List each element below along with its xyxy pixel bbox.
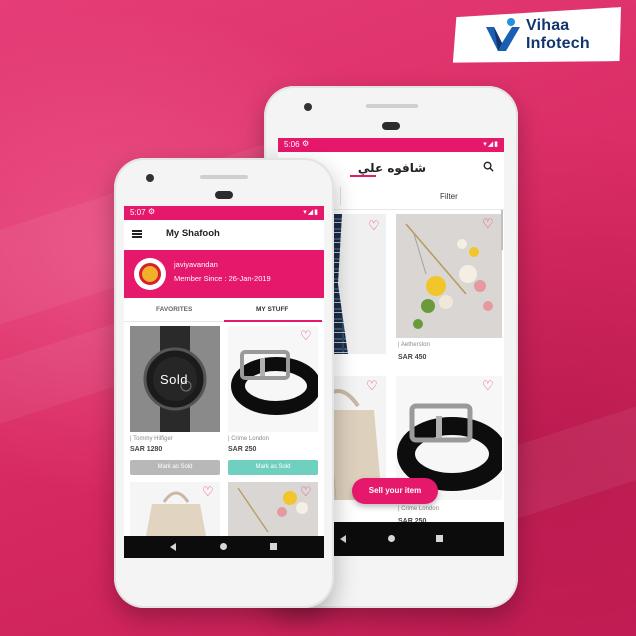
product-brand: | Crime London: [228, 436, 269, 442]
front-camera: [146, 174, 154, 182]
sold-overlay-label: Sold: [160, 372, 189, 387]
settings-status-icon: ⚙: [148, 207, 156, 216]
profile-username: javiyavandan: [174, 260, 218, 269]
system-nav-bar: [124, 536, 324, 558]
favorite-heart-icon[interactable]: ♡: [482, 216, 494, 232]
product-price: SAR 450: [398, 354, 427, 361]
home-nav-icon[interactable]: [220, 543, 227, 550]
favorite-heart-icon[interactable]: ♡: [366, 378, 378, 394]
earpiece-slot: [366, 104, 418, 108]
status-time: 5:07: [130, 208, 146, 217]
favorite-heart-icon[interactable]: ♡: [482, 378, 494, 394]
page-title: My Shafooh: [166, 228, 220, 239]
mark-as-sold-button[interactable]: Mark as Sold: [130, 460, 220, 475]
front-camera: [304, 103, 312, 111]
hamburger-menu-icon[interactable]: [132, 230, 142, 238]
speaker-grille: [382, 122, 400, 130]
home-nav-icon[interactable]: [388, 535, 395, 542]
earpiece-slot: [200, 175, 248, 179]
back-nav-icon[interactable]: [170, 543, 176, 551]
product-card[interactable]: ♡: [228, 482, 318, 536]
app-header: My Shafooh: [124, 220, 324, 250]
product-price: SAR 1280: [130, 446, 163, 453]
vihaa-logo-icon: [486, 18, 520, 51]
favorite-heart-icon[interactable]: ♡: [300, 328, 312, 344]
sell-your-item-button[interactable]: Sell your item: [352, 478, 438, 504]
active-tab-indicator: [224, 320, 322, 322]
favorite-heart-icon[interactable]: ♡: [300, 484, 312, 500]
product-image-jewellery: [396, 214, 502, 338]
speaker-grille: [215, 191, 233, 199]
divider: [340, 187, 341, 205]
svg-text:شافوه علي: شافوه علي: [358, 161, 426, 176]
status-bar: 5:07 ⚙ ▾◢▮: [124, 206, 324, 220]
front-phone-screen: 5:07 ⚙ ▾◢▮ My Shafooh javiyavandan Membe…: [124, 206, 324, 558]
mark-as-sold-button[interactable]: Mark as Sold: [228, 460, 318, 475]
shafooh-arabic-logo: شافوه علي: [350, 161, 426, 177]
product-brand: | Tommy Hilfiger: [130, 436, 173, 442]
search-icon[interactable]: [483, 161, 494, 172]
back-nav-icon[interactable]: [340, 535, 346, 543]
product-card[interactable]: ♡ | Crime London SAR 250 Mark as Sold: [228, 326, 318, 476]
profile-header: javiyavandan Member Since : 26-Jan-2019: [124, 250, 324, 298]
signal-battery-icon: ▾◢▮: [303, 209, 319, 216]
member-since: Member Since : 26-Jan-2019: [174, 274, 271, 283]
favorite-heart-icon[interactable]: ♡: [368, 218, 380, 234]
scrollbar[interactable]: [501, 210, 503, 250]
front-phone: 5:07 ⚙ ▾◢▮ My Shafooh javiyavandan Membe…: [114, 158, 334, 608]
product-brand: | Aetherston: [398, 342, 430, 348]
filter-button[interactable]: Filter: [440, 192, 458, 201]
tab-my-stuff[interactable]: MY STUFF: [256, 306, 288, 313]
product-price: SAR 250: [228, 446, 257, 453]
brand-logo-line2: Infotech: [526, 35, 590, 52]
profile-tabs: FAVORITES MY STUFF: [124, 298, 324, 322]
recents-nav-icon[interactable]: [436, 535, 443, 542]
product-card[interactable]: ♡ | Aetherston SAR 450: [396, 214, 502, 366]
product-card[interactable]: Sold | Tommy Hilfiger SAR 1280 Mark as S…: [130, 326, 220, 476]
brand-logo-line1: Vihaa: [526, 17, 570, 34]
tab-favorites[interactable]: FAVORITES: [156, 306, 192, 313]
favorite-heart-icon[interactable]: ♡: [202, 484, 214, 500]
product-card[interactable]: ♡ | Crime London SAR 250: [396, 376, 502, 536]
settings-status-icon: ⚙: [302, 139, 310, 148]
product-brand: | Crime London: [398, 506, 439, 512]
avatar[interactable]: [134, 258, 166, 290]
status-time: 5:06: [284, 140, 300, 149]
product-card[interactable]: ♡: [130, 482, 220, 536]
signal-battery-icon: ▾◢▮: [483, 141, 499, 148]
status-bar: 5:06 ⚙ ▾◢▮: [278, 138, 504, 152]
recents-nav-icon[interactable]: [270, 543, 277, 550]
